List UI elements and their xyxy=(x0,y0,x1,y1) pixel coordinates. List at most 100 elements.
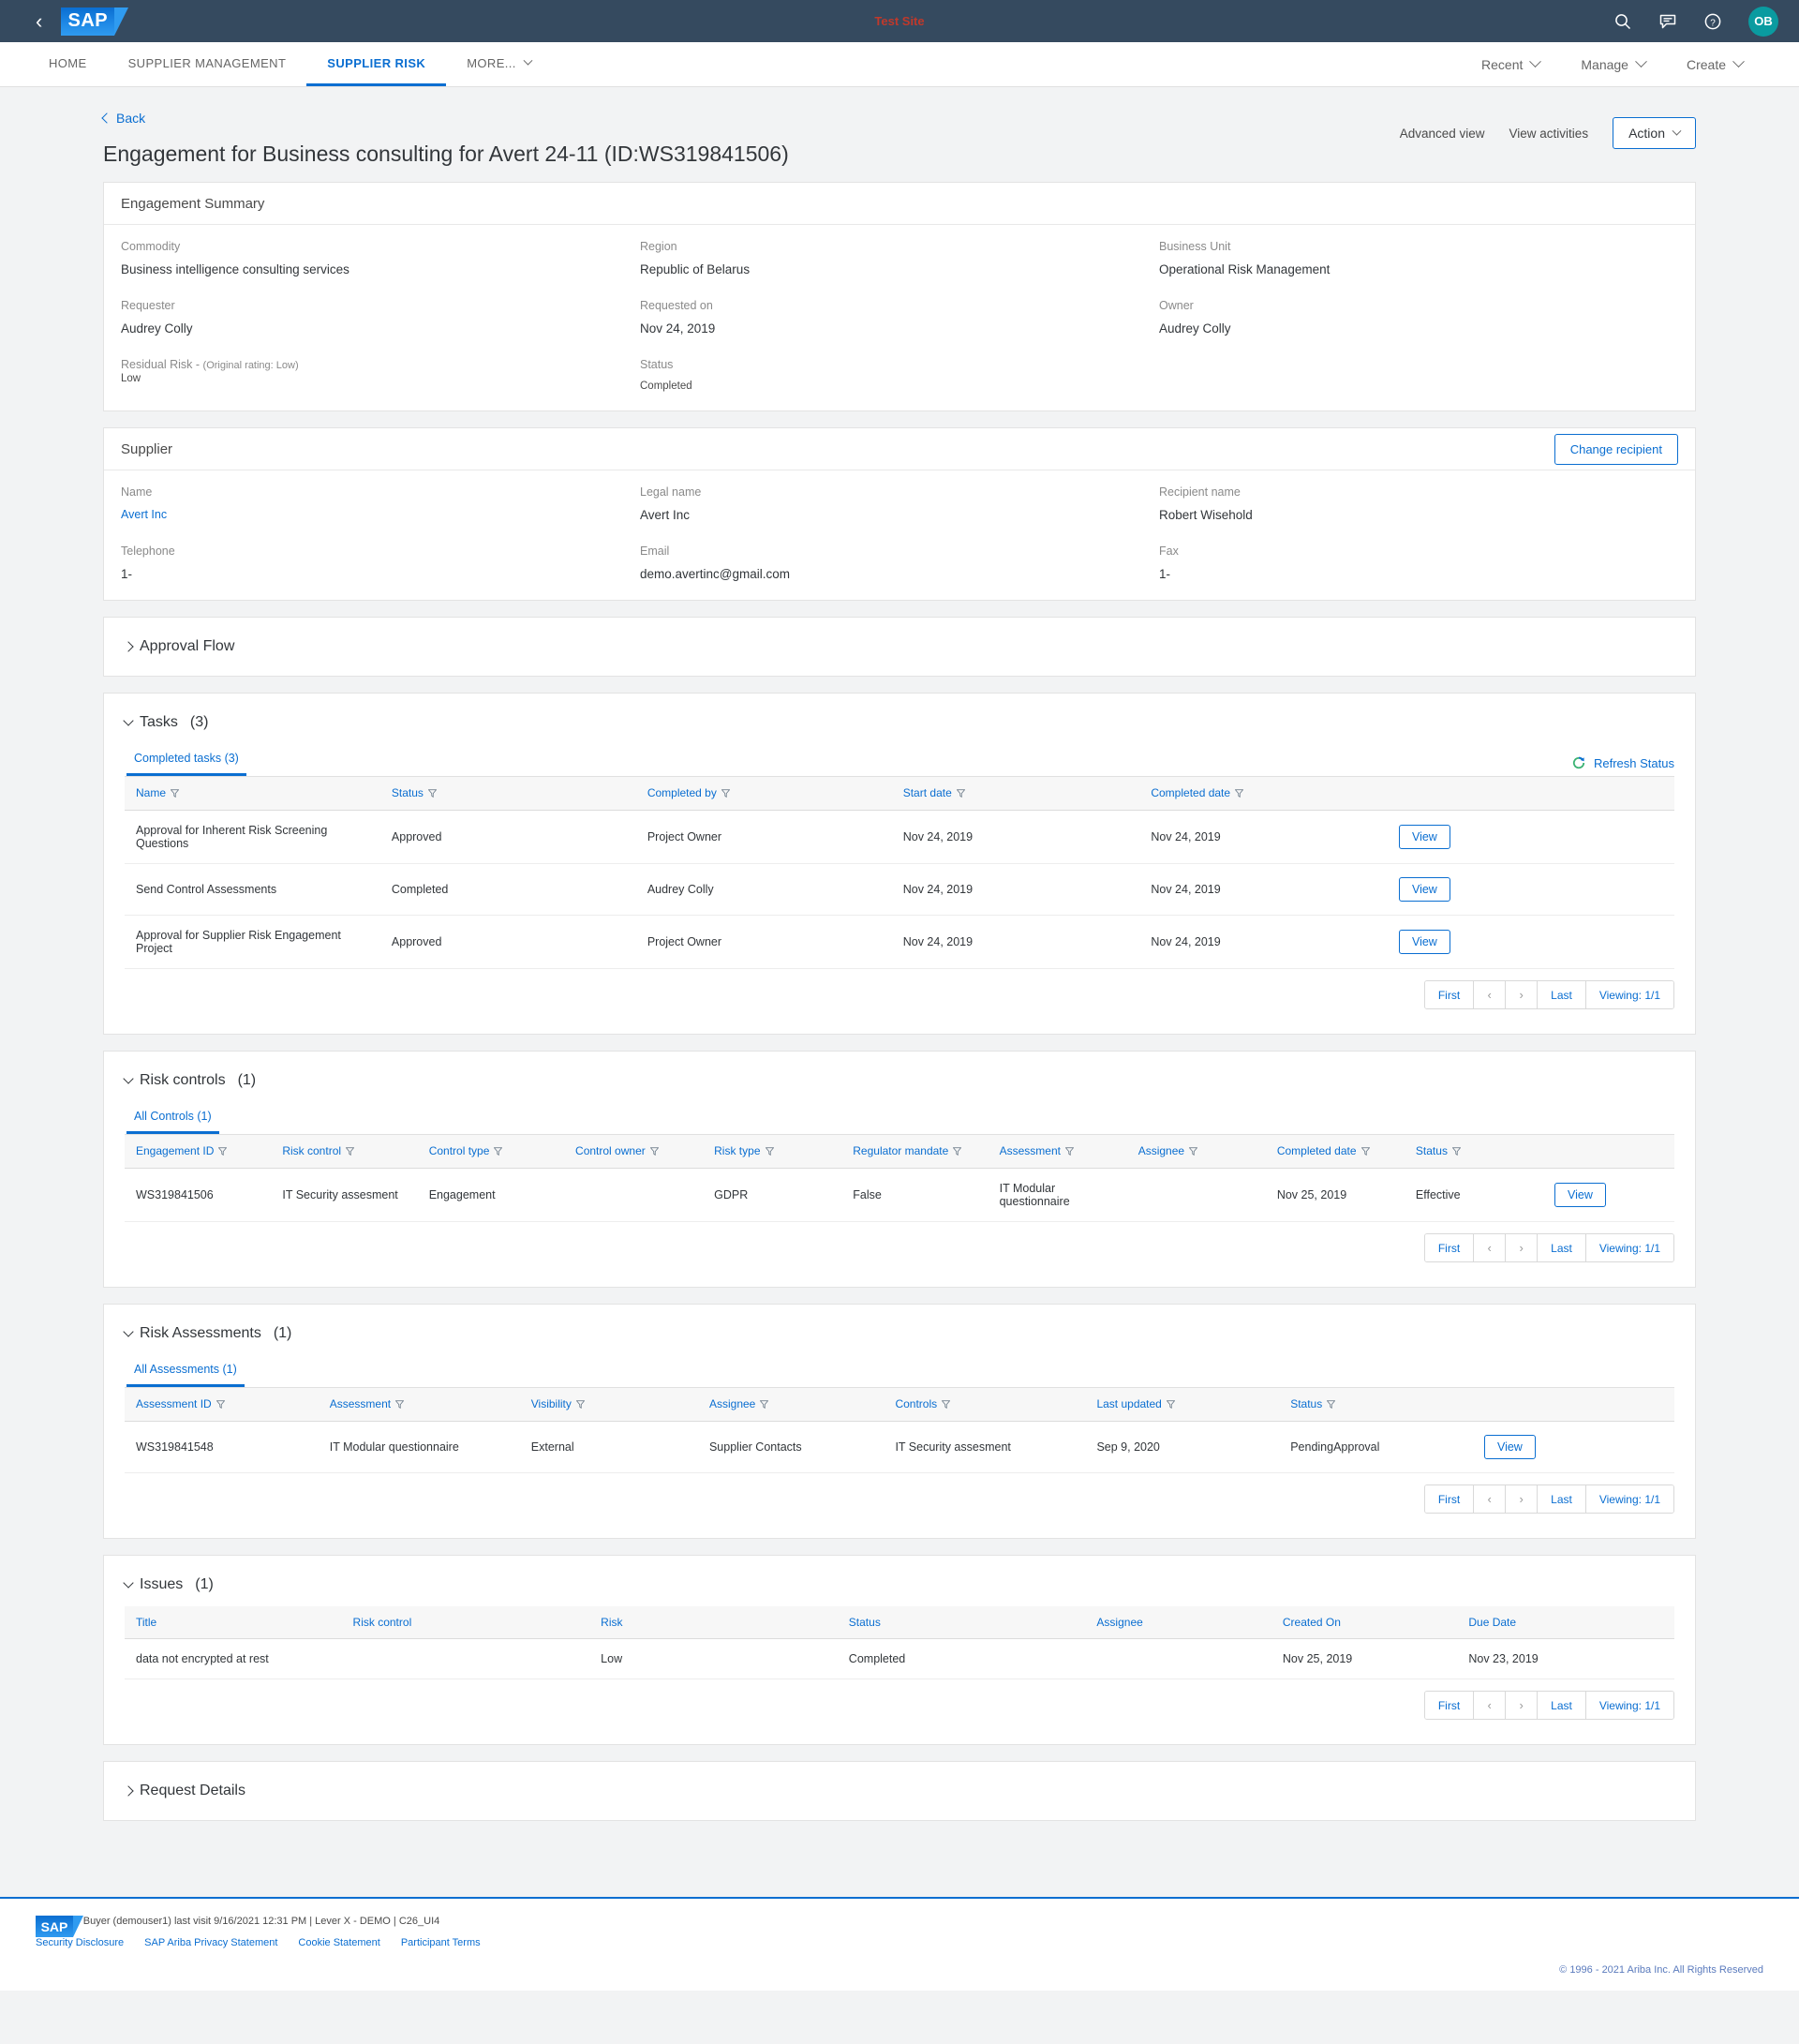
filter-icon[interactable] xyxy=(721,787,731,800)
ra-col-last-updated[interactable]: Last updated xyxy=(1085,1388,1280,1422)
pagination-last[interactable]: Last xyxy=(1538,1485,1586,1513)
tasks-col-status[interactable]: Status xyxy=(379,777,636,811)
rc-col-status[interactable]: Status xyxy=(1404,1135,1544,1169)
tasks-col-completed-by[interactable]: Completed by xyxy=(635,777,892,811)
filter-icon[interactable] xyxy=(765,1145,774,1158)
menu-recent[interactable]: Recent xyxy=(1461,55,1560,72)
filter-icon[interactable] xyxy=(427,787,438,800)
issue-title[interactable]: data not encrypted at rest xyxy=(125,1638,342,1679)
view-activities-link[interactable]: View activities xyxy=(1509,127,1589,141)
change-recipient-button[interactable]: Change recipient xyxy=(1554,434,1678,465)
tasks-col-completed-date[interactable]: Completed date xyxy=(1139,777,1388,811)
tab-all-controls[interactable]: All Controls (1) xyxy=(126,1110,219,1134)
filter-icon[interactable] xyxy=(1234,787,1244,800)
rc-col-assessment[interactable]: Assessment xyxy=(988,1135,1127,1169)
ra-col-controls[interactable]: Controls xyxy=(884,1388,1086,1422)
view-button[interactable]: View xyxy=(1398,877,1450,902)
filter-icon[interactable] xyxy=(956,787,966,800)
refresh-status-button[interactable]: Refresh Status xyxy=(1571,755,1674,776)
ra-col-visibility[interactable]: Visibility xyxy=(519,1388,698,1422)
pagination-next[interactable]: › xyxy=(1506,1692,1539,1719)
ra-col-status[interactable]: Status xyxy=(1279,1388,1473,1422)
avatar[interactable]: OB xyxy=(1748,6,1778,37)
approval-flow-toggle[interactable]: Approval Flow xyxy=(123,638,234,655)
rc-col-assignee[interactable]: Assignee xyxy=(1126,1135,1266,1169)
pagination-first[interactable]: First xyxy=(1424,981,1475,1008)
issues-col-risk-control[interactable]: Risk control xyxy=(341,1606,590,1639)
filter-icon[interactable] xyxy=(1188,1145,1198,1158)
filter-icon[interactable] xyxy=(218,1145,228,1158)
menu-manage[interactable]: Manage xyxy=(1560,55,1666,72)
pagination-first[interactable]: First xyxy=(1424,1692,1475,1719)
issues-toggle[interactable]: Issues (1) xyxy=(123,1576,214,1593)
risk-controls-toggle[interactable]: Risk controls (1) xyxy=(123,1072,256,1089)
rc-col-risk-type[interactable]: Risk type xyxy=(703,1135,842,1169)
ra-col-assessment-id[interactable]: Assessment ID xyxy=(125,1388,319,1422)
filter-icon[interactable] xyxy=(941,1398,951,1411)
tasks-col-name[interactable]: Name xyxy=(125,777,380,811)
rc-col-completed-date[interactable]: Completed date xyxy=(1265,1135,1405,1169)
rc-col-engagement-id[interactable]: Engagement ID xyxy=(125,1135,272,1169)
risk-assessments-toggle[interactable]: Risk Assessments (1) xyxy=(123,1325,291,1342)
filter-icon[interactable] xyxy=(394,1398,405,1411)
rc-col-control-owner[interactable]: Control owner xyxy=(564,1135,704,1169)
issues-col-assignee[interactable]: Assignee xyxy=(1085,1606,1271,1639)
filter-icon[interactable] xyxy=(760,1398,769,1411)
view-button[interactable]: View xyxy=(1483,1435,1536,1459)
issues-col-due-date[interactable]: Due Date xyxy=(1457,1606,1674,1639)
rc-col-risk-control[interactable]: Risk control xyxy=(271,1135,418,1169)
back-link[interactable]: Back xyxy=(101,111,145,126)
ra-col-assessment[interactable]: Assessment xyxy=(318,1388,520,1422)
field-supplier-name-value[interactable]: Avert Inc xyxy=(121,508,640,521)
issues-col-status[interactable]: Status xyxy=(837,1606,1086,1639)
pagination-prev[interactable]: ‹ xyxy=(1474,1692,1507,1719)
filter-icon[interactable] xyxy=(1166,1398,1176,1411)
pagination-first[interactable]: First xyxy=(1424,1234,1475,1261)
ra-col-assignee[interactable]: Assignee xyxy=(697,1388,885,1422)
filter-icon[interactable] xyxy=(494,1145,503,1158)
filter-icon[interactable] xyxy=(216,1398,226,1411)
pagination-prev[interactable]: ‹ xyxy=(1474,1234,1507,1261)
pagination-first[interactable]: First xyxy=(1424,1485,1475,1513)
filter-icon[interactable] xyxy=(345,1145,355,1158)
filter-icon[interactable] xyxy=(953,1145,962,1158)
view-button[interactable]: View xyxy=(1398,930,1450,954)
filter-icon[interactable] xyxy=(649,1145,660,1158)
filter-icon[interactable] xyxy=(575,1398,586,1411)
view-button[interactable]: View xyxy=(1398,825,1450,849)
pagination-next[interactable]: › xyxy=(1506,981,1539,1008)
issues-col-created-on[interactable]: Created On xyxy=(1271,1606,1458,1639)
help-icon[interactable]: ? xyxy=(1703,12,1722,31)
tab-completed-tasks[interactable]: Completed tasks (3) xyxy=(126,752,246,776)
view-button[interactable]: View xyxy=(1554,1183,1606,1207)
issues-col-title[interactable]: Title xyxy=(125,1606,342,1639)
pagination-last[interactable]: Last xyxy=(1538,981,1586,1008)
pagination-prev[interactable]: ‹ xyxy=(1474,981,1507,1008)
rc-col-regulator-mandate[interactable]: Regulator mandate xyxy=(841,1135,989,1169)
nav-item-more[interactable]: MORE... xyxy=(446,42,552,86)
search-icon[interactable] xyxy=(1613,12,1632,31)
pagination-next[interactable]: › xyxy=(1506,1234,1539,1261)
filter-icon[interactable] xyxy=(1360,1145,1370,1158)
footer-link-cookie-statement[interactable]: Cookie Statement xyxy=(298,1937,379,1948)
footer-link-privacy-statement[interactable]: SAP Ariba Privacy Statement xyxy=(144,1937,277,1948)
feedback-icon[interactable] xyxy=(1658,12,1677,31)
footer-link-security-disclosure[interactable]: Security Disclosure xyxy=(36,1937,124,1948)
menu-create[interactable]: Create xyxy=(1666,55,1763,72)
request-details-toggle[interactable]: Request Details xyxy=(123,1783,245,1799)
sap-logo-icon[interactable]: SAP xyxy=(61,6,129,37)
filter-icon[interactable] xyxy=(1451,1145,1462,1158)
footer-link-participant-terms[interactable]: Participant Terms xyxy=(401,1937,481,1948)
global-back-icon[interactable]: ‹ xyxy=(36,10,42,32)
filter-icon[interactable] xyxy=(1326,1398,1336,1411)
tab-all-assessments[interactable]: All Assessments (1) xyxy=(126,1363,245,1387)
advanced-view-link[interactable]: Advanced view xyxy=(1400,127,1485,141)
tasks-toggle[interactable]: Tasks (3) xyxy=(123,714,208,731)
rc-col-control-type[interactable]: Control type xyxy=(417,1135,565,1169)
pagination-last[interactable]: Last xyxy=(1538,1234,1586,1261)
tasks-col-start-date[interactable]: Start date xyxy=(891,777,1140,811)
filter-icon[interactable] xyxy=(170,787,180,800)
filter-icon[interactable] xyxy=(1064,1145,1075,1158)
pagination-next[interactable]: › xyxy=(1506,1485,1539,1513)
action-button[interactable]: Action xyxy=(1613,117,1696,149)
